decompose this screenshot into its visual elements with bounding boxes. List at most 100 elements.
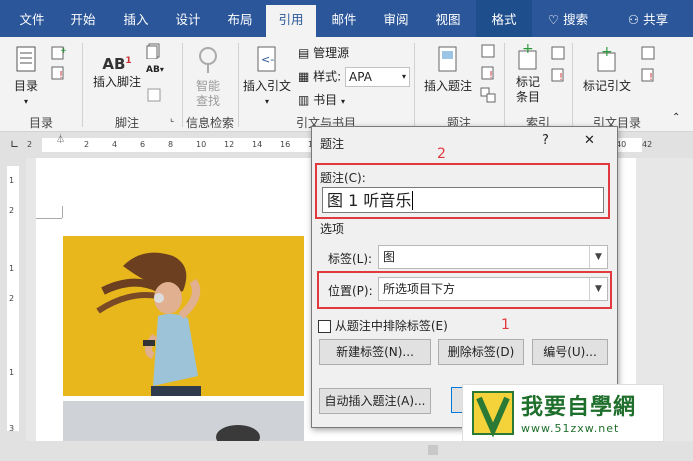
checkbox-box[interactable] [318, 320, 331, 333]
chevron-down-icon: ▾ [23, 97, 28, 106]
second-image [63, 401, 304, 441]
update-index-icon[interactable]: ! [550, 67, 566, 86]
style-dropdown[interactable]: APA ▾ [345, 67, 411, 87]
ruler-number: 1 [9, 176, 15, 185]
ruler-number: 2 [9, 206, 15, 215]
tab-home[interactable]: 开始 [58, 0, 108, 37]
close-button[interactable]: ✕ [584, 133, 595, 148]
insert-endnote-icon[interactable] [146, 43, 162, 62]
share-button[interactable]: ⚇ 共享 [618, 0, 678, 37]
next-footnote-icon[interactable]: AB▾ [146, 65, 164, 75]
insert-index-icon[interactable] [550, 45, 566, 64]
insert-footnote-button[interactable]: AB1 插入脚注 [88, 47, 146, 90]
delete-label-button[interactable]: 删除标签(D) [438, 339, 524, 365]
chevron-down-icon: ▾ [341, 97, 346, 106]
vertical-ruler[interactable]: 1 2 1 2 1 3 [0, 158, 26, 441]
group-label-footnote: 脚注 [114, 116, 139, 130]
tab-format[interactable]: 格式 [476, 0, 532, 37]
tab-mailings[interactable]: 邮件 [320, 0, 368, 37]
search-icon [199, 47, 217, 73]
style-icon: ▦ [298, 69, 310, 84]
tab-selector-icon[interactable]: ∟ [10, 138, 19, 151]
tab-file[interactable]: 文件 [8, 0, 56, 37]
group-label-research: 信息检索 [185, 116, 234, 130]
toc-button[interactable]: 目录 ▾ [6, 45, 46, 109]
ruler-number: 1 [9, 368, 15, 377]
autocaption-button[interactable]: 自动插入题注(A)... [319, 388, 431, 414]
tab-insert[interactable]: 插入 [112, 0, 160, 37]
ruler-number: 14 [252, 140, 263, 149]
scroll-thumb[interactable] [428, 445, 438, 455]
mark-entry-label-1: 标记 [515, 75, 540, 89]
cross-reference-icon[interactable] [480, 87, 496, 106]
mark-entry-label-2: 条目 [515, 90, 540, 104]
ruler-number: 2 [84, 140, 90, 149]
svg-text:+: + [601, 45, 613, 60]
ruler-number: 10 [196, 140, 207, 149]
ruler-number: 2 [27, 140, 33, 149]
group-label-toc: 目录 [28, 116, 53, 130]
tell-me-search[interactable]: ♡ 搜索 [538, 0, 598, 37]
divider [82, 43, 83, 127]
divider [414, 43, 415, 127]
smart-lookup-label-1: 智能 [195, 79, 220, 93]
margin-marker [36, 218, 62, 219]
svg-text:+: + [60, 46, 66, 56]
footnote-icon: AB1 [88, 47, 146, 75]
watermark-url: www.51zxw.net [521, 422, 620, 435]
manage-sources-button[interactable]: ▤ 管理源 [298, 44, 349, 61]
insert-toa-icon[interactable] [640, 45, 656, 64]
logo-v-icon [472, 391, 514, 438]
tab-references[interactable]: 引用 [266, 5, 316, 37]
divider [572, 43, 573, 127]
margin-marker [62, 206, 63, 218]
footnote-icon-text: AB [102, 55, 126, 73]
bibliography-button[interactable]: ▥ 书目 ▾ [298, 91, 345, 108]
show-notes-icon[interactable] [146, 87, 162, 106]
insert-footnote-label: 插入脚注 [92, 75, 141, 89]
insert-citation-button[interactable]: <- 插入引文 ▾ [242, 45, 292, 109]
numbering-button[interactable]: 编号(U)... [532, 339, 608, 365]
svg-text:!: ! [649, 72, 653, 83]
toc-icon [16, 46, 36, 72]
horizontal-scrollbar[interactable] [0, 441, 693, 461]
insert-caption-button[interactable]: 插入题注 [420, 45, 476, 94]
annotation-box-position [317, 271, 612, 309]
indent-marker-icon[interactable]: ⏃ [56, 132, 65, 145]
label-field-label: 标签(L): [328, 252, 373, 266]
tab-view[interactable]: 视图 [424, 0, 472, 37]
watermark-logo: 我要自學網 www.51zxw.net [462, 384, 664, 442]
new-label-button[interactable]: 新建标签(N)... [319, 339, 431, 365]
mark-citation-button[interactable]: + 标记引文 [578, 44, 636, 94]
mark-entry-button[interactable]: + 标记 条目 [510, 41, 546, 105]
footnote-icon-sup: 1 [125, 56, 132, 66]
mark-citation-label: 标记引文 [582, 79, 631, 93]
ruler-number: 42 [642, 140, 653, 149]
label-select-value: 图 [383, 250, 396, 264]
label-select[interactable]: 图 ▼ [378, 245, 608, 269]
ribbon-references: 目录 ▾ + ! 目录 AB1 插入脚注 AB▾ 脚注 ⌞ 智能 查找 信息检索… [0, 37, 693, 132]
update-table-icon[interactable]: ! [50, 65, 66, 84]
style-selector[interactable]: ▦ 样式: APA ▾ [298, 67, 411, 87]
divider [504, 43, 505, 127]
insert-table-of-figures-icon[interactable] [480, 43, 496, 62]
annotation-box-caption [315, 163, 610, 219]
tab-design[interactable]: 设计 [164, 0, 212, 37]
mark-citation-icon: + [597, 44, 616, 72]
help-button[interactable]: ? [542, 133, 549, 148]
annotation-number-1: 1 [501, 317, 510, 333]
svg-text:!: ! [489, 70, 493, 81]
update-toa-icon[interactable]: ! [640, 67, 656, 86]
bibliography-icon: ▥ [298, 93, 310, 107]
music-photo[interactable] [63, 236, 304, 396]
tab-review[interactable]: 审阅 [372, 0, 420, 37]
collapse-ribbon-icon[interactable]: ⌃ [672, 112, 680, 123]
dialog-launcher-icon[interactable]: ⌞ [170, 114, 174, 124]
tab-layout[interactable]: 布局 [216, 0, 264, 37]
chevron-down-icon: ▾ [264, 97, 269, 106]
exclude-label-checkbox[interactable]: 从题注中排除标签(E) [318, 317, 448, 334]
second-photo[interactable] [63, 401, 304, 441]
update-table-icon[interactable]: ! [480, 65, 496, 84]
add-text-icon[interactable]: + [50, 45, 68, 64]
smart-lookup-button[interactable]: 智能 查找 [188, 45, 228, 109]
